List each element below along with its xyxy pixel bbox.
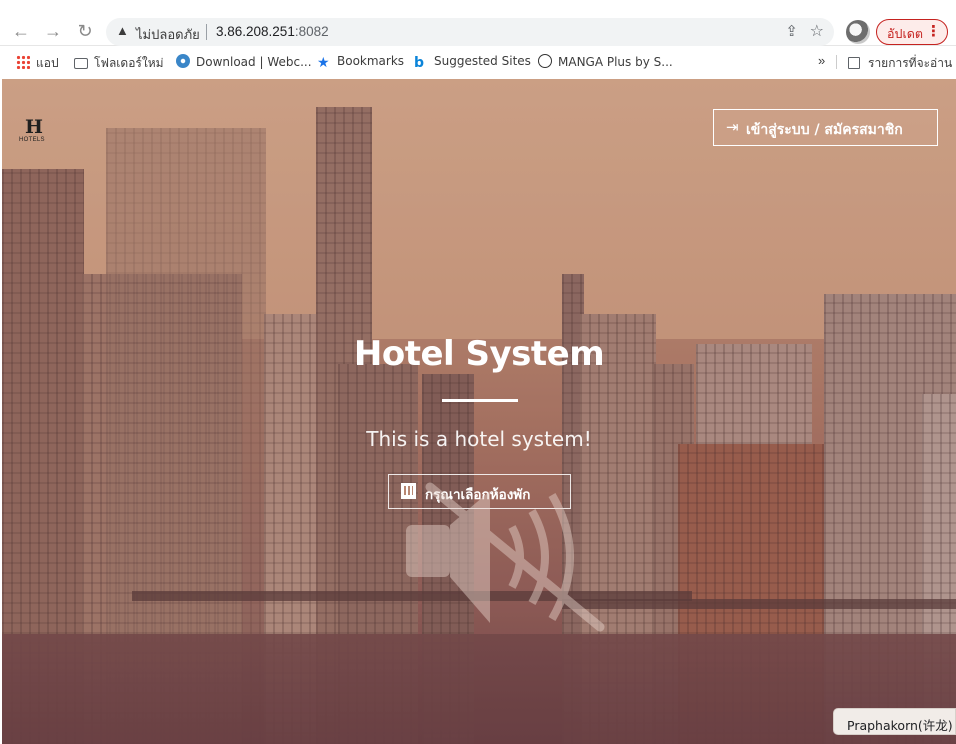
- sign-in-icon: ⇥: [726, 119, 739, 136]
- profile-tooltip-label: Praphakorn(许龙): [847, 718, 953, 733]
- webcam-icon: [176, 54, 190, 68]
- bookmark-suggested-sites-label: Suggested Sites: [434, 54, 531, 68]
- muted-speaker-icon: [406, 482, 605, 632]
- url-text[interactable]: 3.86.208.251:8082: [216, 24, 329, 39]
- bookmark-webcam-label: Download | Webc...: [196, 55, 312, 69]
- bookmark-manga-plus-label: MANGA Plus by S...: [558, 55, 673, 69]
- address-divider: [206, 24, 207, 40]
- manga-icon: [538, 54, 552, 68]
- forward-icon[interactable]: →: [42, 20, 64, 42]
- browser-toolbar: ← → ↻ ▲ ไม่ปลอดภัย 3.86.208.251:8082 ⇪ ☆…: [0, 0, 956, 46]
- bookmark-apps[interactable]: แอป: [16, 54, 59, 73]
- bookmark-apps-label: แอป: [36, 56, 59, 70]
- update-button-label: อัปเดต: [887, 26, 923, 41]
- bookmarks-divider: [836, 55, 837, 69]
- hotel-logo[interactable]: H HOTELS: [19, 116, 47, 146]
- bookmarks-bar: แอป โฟลเดอร์ใหม่ Download | Webc... ★ Boo…: [0, 47, 956, 77]
- profile-avatar[interactable]: [846, 20, 870, 44]
- reading-list[interactable]: รายการที่จะอ่าน: [848, 54, 952, 73]
- url-port: :8082: [294, 24, 329, 39]
- url-host: 3.86.208.251: [216, 24, 295, 39]
- bookmark-suggested-sites[interactable]: b Suggested Sites: [414, 54, 531, 71]
- logo-mark-icon: H: [25, 116, 43, 138]
- bookmark-star-icon[interactable]: ☆: [810, 21, 824, 41]
- reading-list-icon: [848, 57, 860, 69]
- logo-text: HOTELS: [19, 137, 45, 143]
- hero-section: H HOTELS ⇥ เข้าสู่ระบบ / สมัครสมาชิก Hot…: [2, 79, 956, 744]
- hero-title: Hotel System: [353, 334, 605, 374]
- hero-overlay: [2, 79, 956, 744]
- login-register-label: เข้าสู่ระบบ / สมัครสมาชิก: [746, 122, 903, 138]
- reading-list-label: รายการที่จะอ่าน: [868, 56, 953, 70]
- apps-grid-icon: [16, 55, 30, 69]
- bookmark-new-folder[interactable]: โฟลเดอร์ใหม่: [74, 54, 164, 73]
- bookmark-webcam[interactable]: Download | Webc...: [176, 54, 312, 69]
- more-menu-icon: ⋮: [926, 23, 941, 40]
- profile-tooltip: Praphakorn(许龙): [833, 708, 956, 735]
- bookmark-bookmarks-label: Bookmarks: [337, 54, 405, 68]
- security-status[interactable]: ไม่ปลอดภัย: [136, 24, 200, 45]
- warning-icon[interactable]: ▲: [116, 23, 129, 38]
- back-icon[interactable]: ←: [10, 20, 32, 42]
- hero-divider: [442, 399, 518, 402]
- bookmarks-overflow-icon[interactable]: »: [818, 53, 825, 68]
- bookmark-manga-plus[interactable]: MANGA Plus by S...: [538, 54, 673, 69]
- hero-subtitle: This is a hotel system!: [366, 427, 592, 451]
- star-icon: ★: [317, 55, 330, 71]
- folder-icon: [74, 58, 88, 69]
- bing-icon: b: [414, 55, 425, 71]
- address-bar[interactable]: ▲ ไม่ปลอดภัย 3.86.208.251:8082 ⇪ ☆: [106, 18, 834, 46]
- share-icon[interactable]: ⇪: [785, 22, 798, 40]
- reload-icon[interactable]: ↻: [74, 20, 96, 42]
- login-register-button[interactable]: ⇥ เข้าสู่ระบบ / สมัครสมาชิก: [713, 109, 938, 146]
- bookmark-bookmarks[interactable]: ★ Bookmarks: [317, 54, 405, 71]
- update-button[interactable]: อัปเดต ⋮: [876, 19, 948, 45]
- bookmark-new-folder-label: โฟลเดอร์ใหม่: [94, 56, 164, 70]
